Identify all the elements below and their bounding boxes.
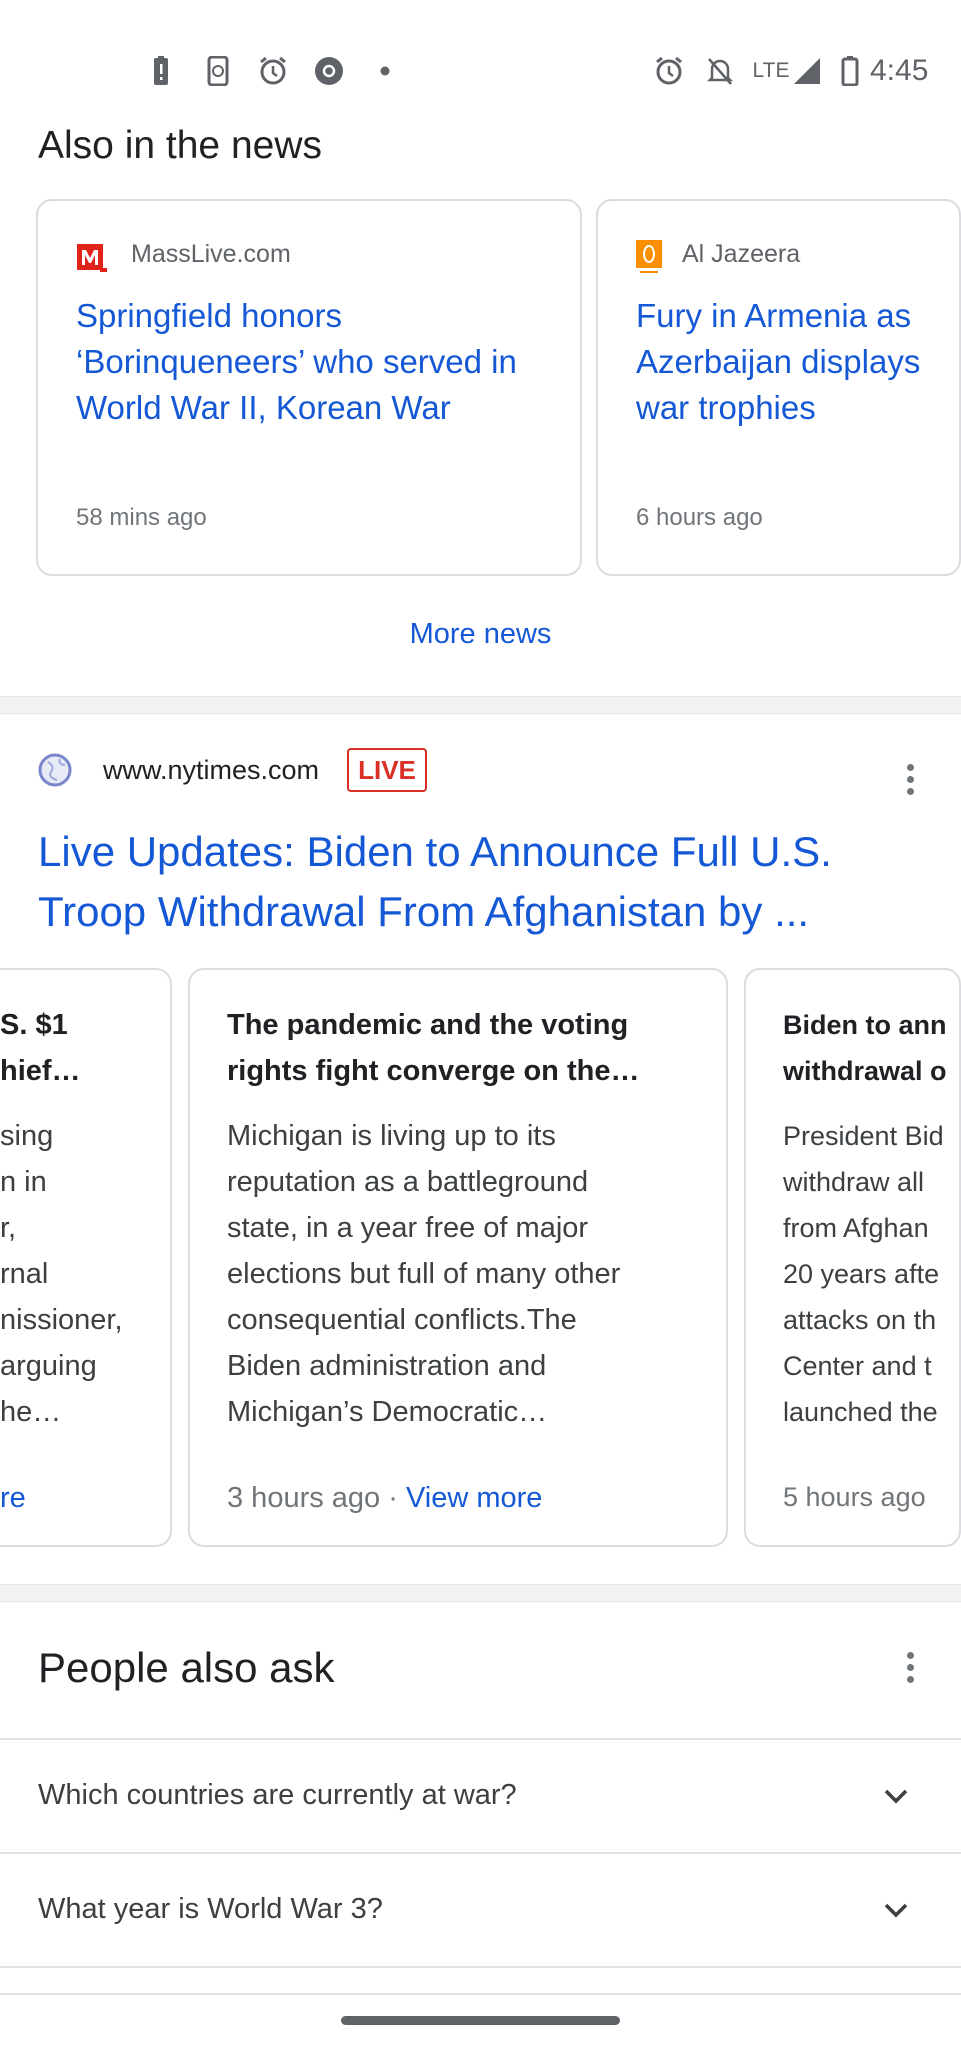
more-news-link[interactable]: More news: [0, 618, 961, 651]
al-jazeera-logo: [636, 240, 662, 276]
paa-question[interactable]: Which countries are currently at war?: [0, 1740, 961, 1852]
clock: 4:45: [870, 54, 929, 87]
chevron-down-icon: [884, 1903, 908, 1918]
body-line: rnal: [0, 1258, 49, 1290]
story-meta: 3 hours ago · View more: [227, 1482, 542, 1515]
divider: [0, 1966, 961, 1968]
home-gesture-bar[interactable]: [341, 2016, 620, 2025]
title-line: withdrawal o: [783, 1056, 947, 1086]
phone-sync-icon: [205, 56, 231, 86]
title-line: rights fight converge on the…: [227, 1055, 640, 1087]
alarm-icon: [258, 56, 288, 86]
notifications-off-icon: [706, 56, 734, 86]
story-card[interactable]: The pandemic and the voting rights fight…: [188, 968, 728, 1547]
body-line: elections but full of many other: [227, 1258, 621, 1290]
body-line: n in: [0, 1166, 47, 1198]
title-line: Troop Withdrawal From Afghanistan by ...: [38, 888, 810, 935]
paa-title: People also ask: [38, 1644, 335, 1691]
body-line: reputation as a battleground: [227, 1166, 589, 1198]
alarm-icon: [654, 56, 684, 86]
title-line: Live Updates: Biden to Announce Full U.S…: [38, 828, 832, 875]
question-text: Which countries are currently at war?: [38, 1779, 517, 1811]
title-line: The pandemic and the voting: [227, 1009, 629, 1041]
body-line: Biden administration and: [227, 1350, 547, 1382]
title-line: hief…: [0, 1055, 81, 1087]
divider: [0, 1993, 961, 1995]
news-source: Al Jazeera: [682, 240, 801, 268]
title-line: S. $1: [0, 1009, 68, 1041]
view-more-link[interactable]: re: [0, 1482, 26, 1515]
body-line: President Bid: [783, 1121, 944, 1151]
story-title: The pandemic and the voting rights fight…: [227, 1002, 639, 1094]
story-body: President Bid withdraw all from Afghan 2…: [783, 1113, 955, 1435]
section-title: Also in the news: [38, 124, 322, 167]
title-line: Biden to ann: [783, 1010, 947, 1040]
dot-icon: [380, 56, 390, 86]
body-line: consequential conflicts.The: [227, 1304, 577, 1336]
story-title: S. $1 hief…: [0, 1002, 81, 1094]
news-headline[interactable]: Springfield honors ‘Borinqueneers’ who s…: [76, 293, 556, 431]
body-line: from Afghan: [783, 1213, 929, 1243]
masslive-logo: [76, 243, 108, 275]
news-time: 6 hours ago: [636, 504, 763, 531]
story-time: 3 hours ago: [227, 1482, 381, 1514]
story-body: Michigan is living up to its reputation …: [227, 1113, 620, 1435]
news-headline[interactable]: Fury in Armenia as Azerbaijan displays w…: [636, 293, 954, 431]
body-line: sing: [0, 1120, 54, 1152]
story-body: sing n in r, rnal nissioner, arguing he…: [0, 1113, 123, 1435]
body-line: attacks on th: [783, 1305, 937, 1335]
story-card[interactable]: Biden to ann withdrawal o President Bid …: [744, 968, 961, 1547]
section-separator: [0, 696, 961, 714]
story-card[interactable]: S. $1 hief… sing n in r, rnal nissioner,…: [0, 968, 172, 1547]
body-line: withdraw all: [783, 1167, 925, 1197]
body-line: he…: [0, 1396, 62, 1428]
body-line: r,: [0, 1212, 17, 1244]
body-line: Center and t: [783, 1351, 932, 1381]
story-time: 5 hours ago: [783, 1482, 926, 1512]
chevron-down-icon: [884, 1789, 908, 1804]
more-options-icon[interactable]: [907, 764, 915, 800]
body-line: state, in a year free of major: [227, 1212, 589, 1244]
view-more-link[interactable]: View more: [406, 1482, 542, 1514]
news-time: 58 mins ago: [76, 504, 207, 531]
news-source: MassLive.com: [131, 240, 291, 268]
result-site: www.nytimes.com: [103, 755, 320, 785]
section-separator: [0, 1584, 961, 1602]
cell-signal-icon: [792, 56, 822, 86]
more-options-icon[interactable]: [907, 1652, 915, 1688]
paa-question[interactable]: What year is World War 3?: [0, 1854, 961, 1966]
meta-separator: ·: [380, 1482, 406, 1514]
chrome-icon: [314, 56, 344, 86]
body-line: Michigan is living up to its: [227, 1120, 556, 1152]
body-line: Michigan’s Democratic…: [227, 1396, 548, 1428]
globe-icon: [38, 753, 72, 787]
story-title: Biden to ann withdrawal o: [783, 1002, 955, 1094]
body-line: 20 years afte: [783, 1259, 940, 1289]
body-line: arguing: [0, 1350, 97, 1382]
battery-icon: [840, 56, 860, 86]
body-line: launched the: [783, 1397, 938, 1427]
question-text: What year is World War 3?: [38, 1893, 383, 1925]
battery-alert-icon: [150, 56, 172, 86]
live-badge: LIVE: [347, 748, 427, 792]
result-title[interactable]: Live Updates: Biden to Announce Full U.S…: [38, 822, 953, 942]
body-line: nissioner,: [0, 1304, 123, 1336]
lte-label: LTE: [752, 59, 790, 82]
